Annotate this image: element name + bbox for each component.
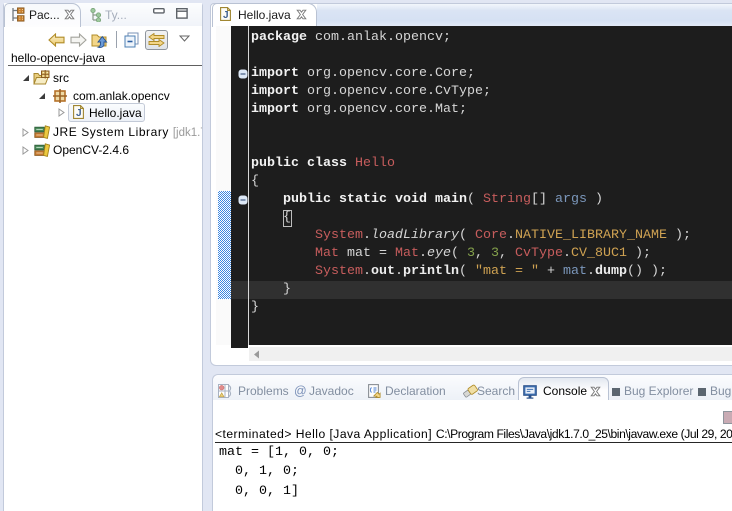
svg-text:J: J: [76, 108, 82, 119]
svg-text:J: J: [223, 10, 229, 21]
